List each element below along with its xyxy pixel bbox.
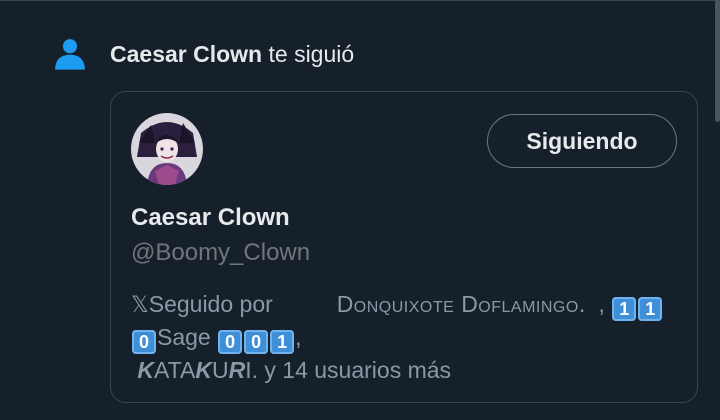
- notification-text: Caesar Clown te siguió: [110, 41, 354, 68]
- top-divider: [0, 0, 720, 1]
- followed-user-1: Donquixote Doflamingo.: [336, 291, 586, 317]
- followed-user-2-name: Sage: [157, 324, 211, 350]
- following-button[interactable]: Siguiendo: [487, 114, 677, 168]
- keycap-digit: 0: [244, 330, 269, 354]
- followed-user-3-part: ATA: [154, 357, 196, 383]
- keycap-digit: 1: [612, 297, 637, 321]
- followed-by-prefix: Seguido por: [148, 291, 273, 317]
- person-icon: [52, 36, 88, 72]
- followed-user-3-part: K: [195, 357, 212, 383]
- followed-user-3-part: K: [137, 357, 155, 383]
- user-handle[interactable]: @Boomy_Clown: [131, 239, 310, 267]
- keycap-digit: 0: [132, 330, 156, 354]
- followed-user-3-part: U: [211, 357, 229, 383]
- follower-name-link[interactable]: Caesar Clown: [110, 41, 262, 67]
- keycap-digit: 1: [270, 330, 295, 354]
- followed-comma-2: ,: [295, 324, 302, 350]
- followed-by-suffix: . y 14 usuarios más: [251, 357, 452, 383]
- followed-comma-1: ,: [598, 291, 605, 317]
- avatar[interactable]: [131, 113, 203, 185]
- keycap-digit: 0: [218, 330, 243, 354]
- followed-by-text[interactable]: 𝕏Seguido por Donquixote Doflamingo. , 11…: [131, 288, 686, 387]
- notification-action: te siguió: [268, 40, 355, 67]
- followed-user-3-part: R: [228, 357, 246, 383]
- follow-notification-header: Caesar Clown te siguió: [52, 36, 354, 72]
- user-card[interactable]: Siguiendo Caesar Clown @Boomy_Clown 𝕏Seg…: [110, 91, 698, 403]
- x-logo-icon: 𝕏: [131, 292, 149, 317]
- display-name[interactable]: Caesar Clown: [131, 204, 290, 232]
- keycap-digit: 1: [638, 297, 663, 321]
- scrollbar[interactable]: [715, 0, 720, 122]
